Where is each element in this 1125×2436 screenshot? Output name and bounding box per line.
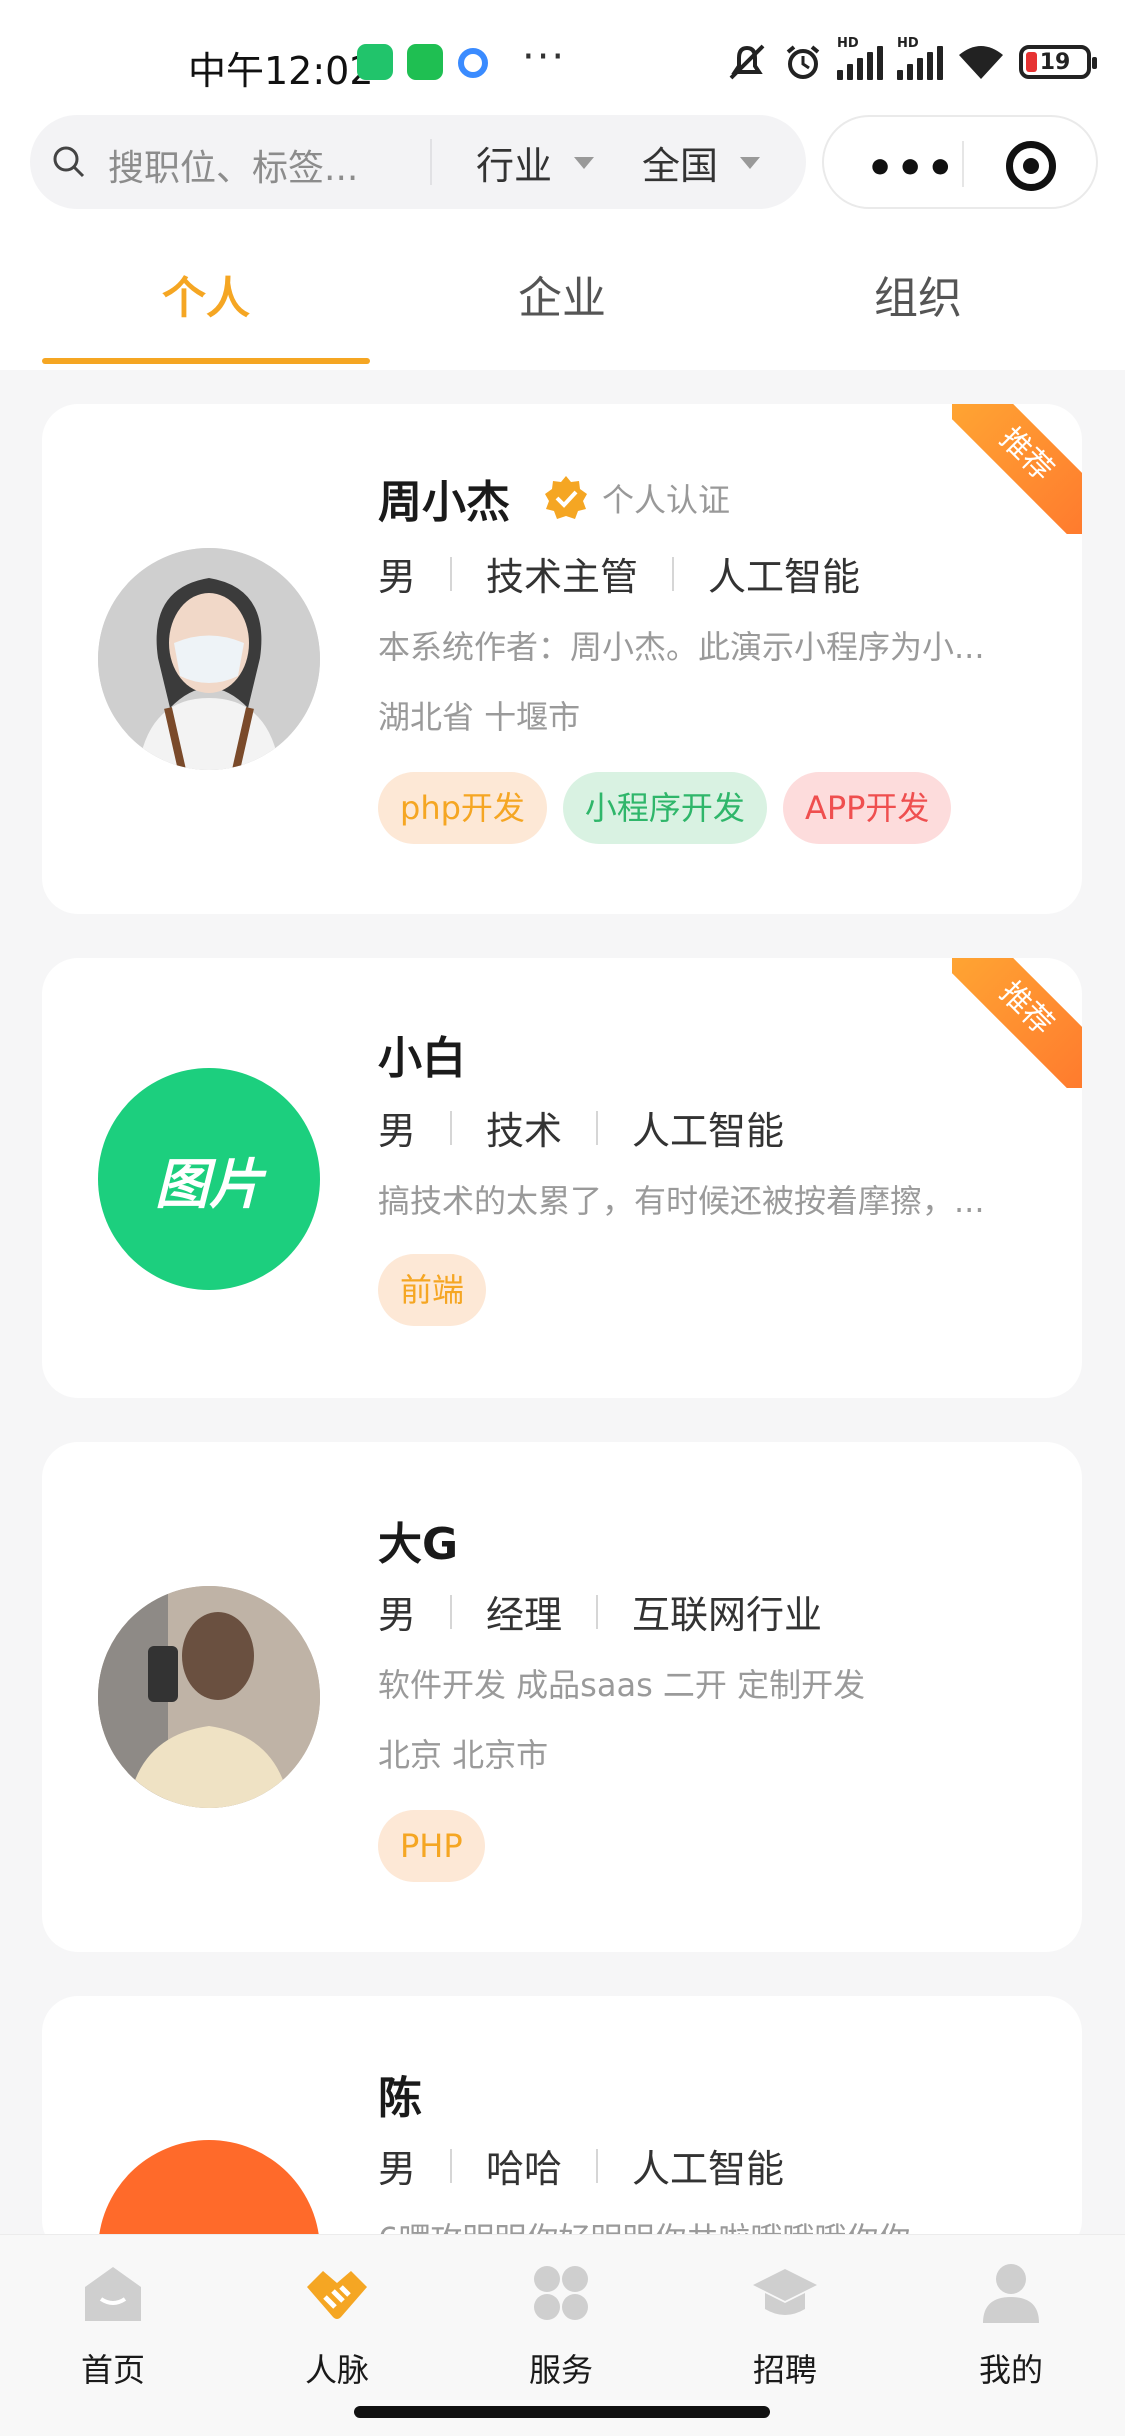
person-description: 本系统作者：周小杰。此演示小程序为小...	[378, 628, 985, 666]
verified-label: 个人认证	[602, 481, 731, 519]
avatar-placeholder-text: 图片	[155, 1152, 263, 1216]
industry-filter-label: 行业	[476, 144, 553, 188]
battery-level: 19	[1039, 49, 1071, 75]
person-name: 陈	[378, 2073, 422, 2124]
industry: 人工智能	[632, 2147, 785, 2191]
industry-filter[interactable]: 行业	[476, 135, 595, 190]
person-card[interactable]: 推荐 图片 小白 男 技术 人工智能 搞技术的太累了，有时候还被按着摩擦，...…	[42, 958, 1082, 1398]
tab-enterprise[interactable]: 企业	[384, 262, 740, 326]
gender: 男	[378, 1109, 417, 1153]
tag: 小程序开发	[562, 772, 767, 844]
avatar-photo	[98, 548, 320, 770]
industry: 互联网行业	[632, 1593, 823, 1637]
search-bar[interactable]: 搜职位、标签... 行业 全国	[30, 115, 806, 209]
tag-list: PHP	[378, 1810, 485, 1882]
status-bar: 中午12:02 ··· HD HD 19	[0, 0, 1125, 110]
tag: APP开发	[782, 772, 952, 844]
home-icon	[85, 2267, 141, 2321]
grid-icon	[534, 2266, 588, 2320]
avatar-photo	[98, 1586, 320, 1808]
tag-list: 前端	[378, 1254, 487, 1326]
person-meta: 男 技术主管 人工智能	[378, 546, 860, 601]
browser-icon	[458, 48, 488, 78]
hd-label: HD	[837, 36, 859, 51]
tabbar-contacts-label: 人脉	[304, 2351, 369, 2389]
chevron-down-icon	[740, 156, 761, 169]
verified-badge: 个人认证	[542, 474, 730, 522]
person-name: 小白	[378, 1033, 466, 1084]
industry: 人工智能	[632, 1109, 785, 1153]
avatar: 图片	[98, 1068, 320, 1290]
region-filter-label: 全国	[642, 144, 719, 188]
tabbar-home-label: 首页	[80, 2351, 145, 2389]
capsule-divider	[962, 141, 964, 187]
search-placeholder[interactable]: 搜职位、标签...	[108, 139, 358, 191]
person-description: 软件开发 成品saas 二开 定制开发	[378, 1666, 866, 1704]
miniprogram-capsule: •••	[822, 115, 1098, 209]
recommend-ribbon: 推荐	[952, 404, 1082, 534]
verified-icon	[545, 476, 587, 519]
tabbar-jobs[interactable]: 招聘	[710, 2257, 860, 2391]
bell-muted-icon	[729, 44, 765, 80]
close-miniprogram-icon[interactable]	[1006, 141, 1056, 191]
person-name: 周小杰	[378, 477, 510, 528]
gender: 男	[378, 555, 417, 599]
recommend-label: 推荐	[952, 958, 1082, 1088]
person-location: 北京 北京市	[378, 1736, 549, 1774]
recommend-label: 推荐	[952, 404, 1082, 534]
person-description: 搞技术的太累了，有时候还被按着摩擦，...	[378, 1182, 985, 1220]
search-icon	[53, 146, 85, 178]
signal-2-icon: HD	[897, 36, 943, 80]
status-time: 中午12:02	[188, 49, 374, 93]
person-card[interactable]: 推荐 周小杰 个人认证 男 技术主管 人工智能 本系统作者：周小杰。此演示小程序…	[42, 404, 1082, 914]
alarm-icon	[786, 45, 820, 79]
wechat-icon	[407, 44, 443, 80]
more-options-icon[interactable]: •••	[866, 143, 956, 194]
home-indicator	[354, 2406, 770, 2418]
tag: php开发	[378, 772, 547, 844]
tag-list: php开发 小程序开发 APP开发	[378, 772, 952, 844]
recommend-ribbon: 推荐	[952, 958, 1082, 1088]
tabbar-services-label: 服务	[528, 2351, 593, 2389]
signal-1-icon: HD	[837, 36, 883, 80]
person-name: 大G	[378, 1519, 459, 1570]
avatar	[98, 548, 320, 770]
tag: 前端	[378, 1254, 487, 1326]
wifi-icon	[959, 46, 1003, 79]
tabbar-mine[interactable]: 我的	[936, 2257, 1086, 2391]
tabbar-services[interactable]: 服务	[486, 2257, 636, 2391]
person-card[interactable]: 陈 男 哈哈 人工智能 6啰攻明明你好明明你共啦哦哦哦你你	[42, 1996, 1082, 2256]
person-meta: 男 哈哈 人工智能	[378, 2138, 784, 2193]
tabbar-mine-label: 我的	[978, 2351, 1043, 2389]
person-location: 湖北省 十堰市	[378, 698, 581, 736]
person-card[interactable]: 大G 男 经理 互联网行业 软件开发 成品saas 二开 定制开发 北京 北京市…	[42, 1442, 1082, 1952]
search-divider	[430, 139, 432, 185]
tag: PHP	[378, 1810, 485, 1882]
region-filter[interactable]: 全国	[642, 135, 761, 190]
more-notifications-icon: ···	[522, 34, 567, 80]
chevron-down-icon	[574, 156, 595, 169]
gender: 男	[378, 1593, 417, 1637]
tab-organization[interactable]: 组织	[740, 262, 1096, 326]
person-meta: 男 技术 人工智能	[378, 1100, 784, 1155]
graduation-cap-icon	[753, 2269, 817, 2315]
user-icon	[983, 2264, 1039, 2323]
handshake-icon	[307, 2271, 367, 2319]
role: 哈哈	[486, 2147, 563, 2191]
tabbar-home[interactable]: 首页	[38, 2257, 188, 2391]
tab-personal[interactable]: 个人	[28, 262, 384, 326]
avatar	[98, 1586, 320, 1808]
tabbar-contacts[interactable]: 人脉	[262, 2257, 412, 2391]
tab-indicator	[42, 358, 370, 364]
hd-label: HD	[897, 36, 919, 51]
gender: 男	[378, 2147, 417, 2191]
app-notification-icon	[357, 44, 393, 80]
role: 经理	[486, 1593, 563, 1637]
role: 技术主管	[486, 555, 639, 599]
battery-icon: 19	[1019, 45, 1097, 79]
tabbar-jobs-label: 招聘	[752, 2351, 817, 2389]
role: 技术	[486, 1109, 563, 1153]
industry: 人工智能	[708, 555, 861, 599]
person-meta: 男 经理 互联网行业	[378, 1584, 822, 1639]
